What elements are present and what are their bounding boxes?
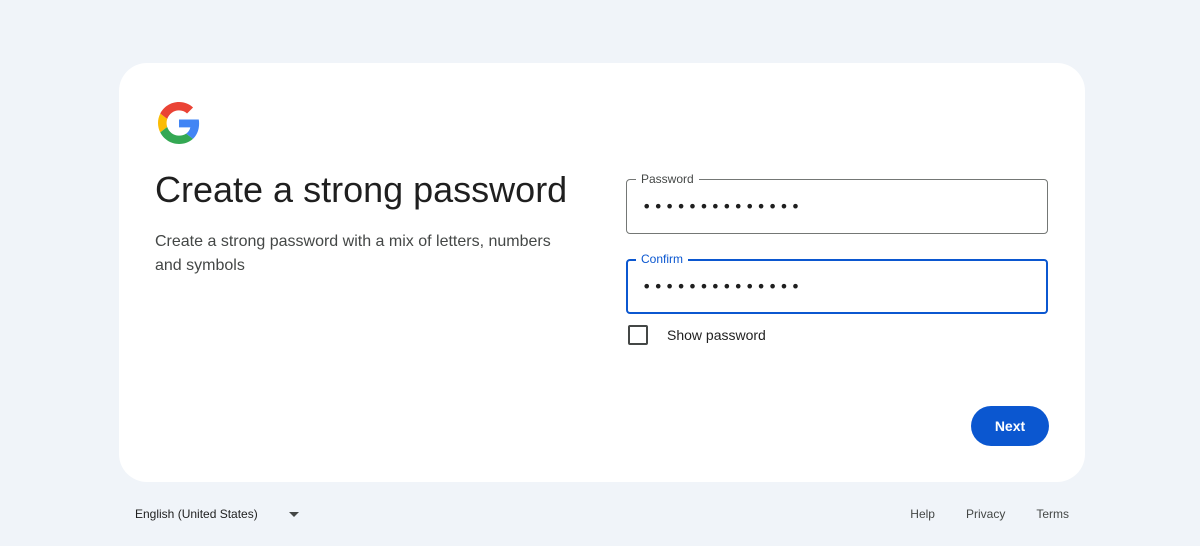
google-logo-icon bbox=[158, 102, 200, 144]
password-field[interactable]: Password bbox=[626, 171, 1048, 234]
signin-card: Create a strong password Create a strong… bbox=[119, 63, 1085, 482]
language-selector-label: English (United States) bbox=[135, 507, 258, 521]
privacy-link[interactable]: Privacy bbox=[966, 507, 1005, 521]
next-button[interactable]: Next bbox=[971, 406, 1049, 446]
chevron-down-icon bbox=[288, 511, 299, 517]
show-password-label[interactable]: Show password bbox=[667, 327, 766, 343]
confirm-input[interactable] bbox=[628, 261, 1046, 312]
terms-link[interactable]: Terms bbox=[1036, 507, 1069, 521]
language-selector[interactable]: English (United States) bbox=[135, 504, 299, 524]
show-password-row[interactable]: Show password bbox=[628, 325, 766, 345]
page-title: Create a strong password bbox=[155, 169, 568, 210]
password-input[interactable] bbox=[627, 180, 1047, 233]
help-link[interactable]: Help bbox=[910, 507, 935, 521]
confirm-field[interactable]: Confirm bbox=[626, 251, 1048, 314]
page-subtitle: Create a strong password with a mix of l… bbox=[155, 233, 551, 274]
show-password-checkbox[interactable] bbox=[628, 325, 648, 345]
footer-links: Help Privacy Terms bbox=[910, 504, 1069, 524]
